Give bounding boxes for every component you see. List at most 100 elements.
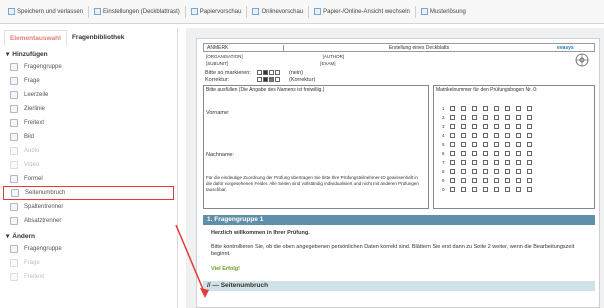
digit-checkbox[interactable] xyxy=(472,142,477,147)
sidebar-item-absatztrenner[interactable]: Absatztrenner xyxy=(0,214,177,228)
paper-preview-button[interactable]: Papiervorschau xyxy=(187,6,246,17)
digit-checkbox[interactable] xyxy=(450,115,455,120)
digit-checkbox[interactable] xyxy=(494,187,499,192)
digit-checkbox[interactable] xyxy=(461,187,466,192)
digit-checkbox[interactable] xyxy=(461,124,466,129)
digit-checkbox[interactable] xyxy=(516,142,521,147)
digit-checkbox[interactable] xyxy=(483,160,488,165)
digit-checkbox[interactable] xyxy=(472,106,477,111)
digit-checkbox[interactable] xyxy=(472,187,477,192)
digit-checkbox[interactable] xyxy=(527,133,532,138)
digit-checkbox[interactable] xyxy=(505,178,510,183)
digit-checkbox[interactable] xyxy=(527,106,532,111)
digit-checkbox[interactable] xyxy=(516,133,521,138)
digit-checkbox[interactable] xyxy=(450,160,455,165)
digit-checkbox[interactable] xyxy=(450,169,455,174)
switch-view-button[interactable]: Papier-/Online-Ansicht wechseln xyxy=(310,6,414,17)
digit-checkbox[interactable] xyxy=(527,160,532,165)
tab-element-selection[interactable]: Elementauswahl xyxy=(4,30,67,46)
digit-checkbox[interactable] xyxy=(483,106,488,111)
tab-question-library[interactable]: Fragenbibliothek xyxy=(67,30,129,46)
question-group-title-bar[interactable]: 1. Fragengruppe 1 xyxy=(203,215,595,225)
digit-checkbox[interactable] xyxy=(527,151,532,156)
digit-checkbox[interactable] xyxy=(483,133,488,138)
digit-checkbox[interactable] xyxy=(505,160,510,165)
digit-checkbox[interactable] xyxy=(516,160,521,165)
digit-checkbox[interactable] xyxy=(461,151,466,156)
digit-checkbox[interactable] xyxy=(483,142,488,147)
digit-checkbox[interactable] xyxy=(472,115,477,120)
sidebar-item-fragengruppe[interactable]: Fragengruppe xyxy=(0,242,177,256)
digit-checkbox[interactable] xyxy=(505,115,510,120)
digit-checkbox[interactable] xyxy=(461,142,466,147)
digit-checkbox[interactable] xyxy=(461,178,466,183)
digit-checkbox[interactable] xyxy=(527,169,532,174)
sidebar-item-zierlinie[interactable]: Zierlinie xyxy=(0,102,177,116)
digit-checkbox[interactable] xyxy=(472,124,477,129)
digit-checkbox[interactable] xyxy=(516,124,521,129)
digit-checkbox[interactable] xyxy=(516,178,521,183)
digit-checkbox[interactable] xyxy=(505,142,510,147)
digit-checkbox[interactable] xyxy=(527,187,532,192)
digit-checkbox[interactable] xyxy=(505,133,510,138)
digit-checkbox[interactable] xyxy=(494,169,499,174)
digit-checkbox[interactable] xyxy=(505,169,510,174)
digit-checkbox[interactable] xyxy=(527,178,532,183)
online-preview-button[interactable]: Onlinevorschau xyxy=(248,6,307,17)
solution-button[interactable]: Musterlösung xyxy=(417,6,470,17)
sidebar-item-frage[interactable]: Frage xyxy=(0,74,177,88)
digit-checkbox[interactable] xyxy=(494,151,499,156)
digit-checkbox[interactable] xyxy=(450,142,455,147)
digit-checkbox[interactable] xyxy=(494,133,499,138)
digit-checkbox[interactable] xyxy=(450,178,455,183)
sidebar-item-leerzeile[interactable]: Leerzeile xyxy=(0,88,177,102)
digit-checkbox[interactable] xyxy=(450,187,455,192)
digit-checkbox[interactable] xyxy=(472,169,477,174)
page-break-bar[interactable]: // — Seitenumbruch xyxy=(203,281,595,291)
digit-checkbox[interactable] xyxy=(494,106,499,111)
digit-checkbox[interactable] xyxy=(461,106,466,111)
digit-checkbox[interactable] xyxy=(450,133,455,138)
digit-checkbox[interactable] xyxy=(527,124,532,129)
sidebar-item-formel[interactable]: Formel xyxy=(0,172,177,186)
digit-checkbox[interactable] xyxy=(505,106,510,111)
digit-checkbox[interactable] xyxy=(483,169,488,174)
digit-checkbox[interactable] xyxy=(472,178,477,183)
digit-checkbox[interactable] xyxy=(483,151,488,156)
digit-checkbox[interactable] xyxy=(472,151,477,156)
digit-checkbox[interactable] xyxy=(450,124,455,129)
digit-checkbox[interactable] xyxy=(494,124,499,129)
digit-checkbox[interactable] xyxy=(516,151,521,156)
digit-checkbox[interactable] xyxy=(472,160,477,165)
sidebar-item-fragengruppe[interactable]: Fragengruppe xyxy=(0,60,177,74)
digit-checkbox[interactable] xyxy=(494,115,499,120)
digit-checkbox[interactable] xyxy=(516,169,521,174)
digit-checkbox[interactable] xyxy=(472,133,477,138)
digit-checkbox[interactable] xyxy=(516,187,521,192)
digit-checkbox[interactable] xyxy=(461,169,466,174)
digit-checkbox[interactable] xyxy=(494,178,499,183)
digit-checkbox[interactable] xyxy=(461,160,466,165)
group-add-header[interactable]: ▾ Hinzufügen xyxy=(0,46,177,60)
digit-checkbox[interactable] xyxy=(505,124,510,129)
sidebar-item-freitext[interactable]: Freitext xyxy=(0,116,177,130)
save-and-exit-button[interactable]: Speichern und verlassen xyxy=(4,6,87,17)
digit-checkbox[interactable] xyxy=(527,142,532,147)
digit-checkbox[interactable] xyxy=(483,187,488,192)
digit-checkbox[interactable] xyxy=(494,160,499,165)
digit-checkbox[interactable] xyxy=(450,106,455,111)
digit-checkbox[interactable] xyxy=(505,187,510,192)
digit-checkbox[interactable] xyxy=(483,124,488,129)
settings-button[interactable]: Einstellungen (Deckblattrast) xyxy=(90,6,184,17)
digit-checkbox[interactable] xyxy=(483,115,488,120)
digit-checkbox[interactable] xyxy=(494,142,499,147)
sidebar-item-spaltentrenner[interactable]: Spaltentrenner xyxy=(0,200,177,214)
digit-checkbox[interactable] xyxy=(483,178,488,183)
digit-checkbox[interactable] xyxy=(461,133,466,138)
digit-checkbox[interactable] xyxy=(461,115,466,120)
digit-checkbox[interactable] xyxy=(527,115,532,120)
group-change-header[interactable]: ▾ Ändern xyxy=(0,228,177,242)
digit-checkbox[interactable] xyxy=(516,115,521,120)
sidebar-item-seitenumbruch[interactable]: Seitenumbruch xyxy=(3,186,174,200)
sidebar-item-bild[interactable]: Bild xyxy=(0,130,177,144)
